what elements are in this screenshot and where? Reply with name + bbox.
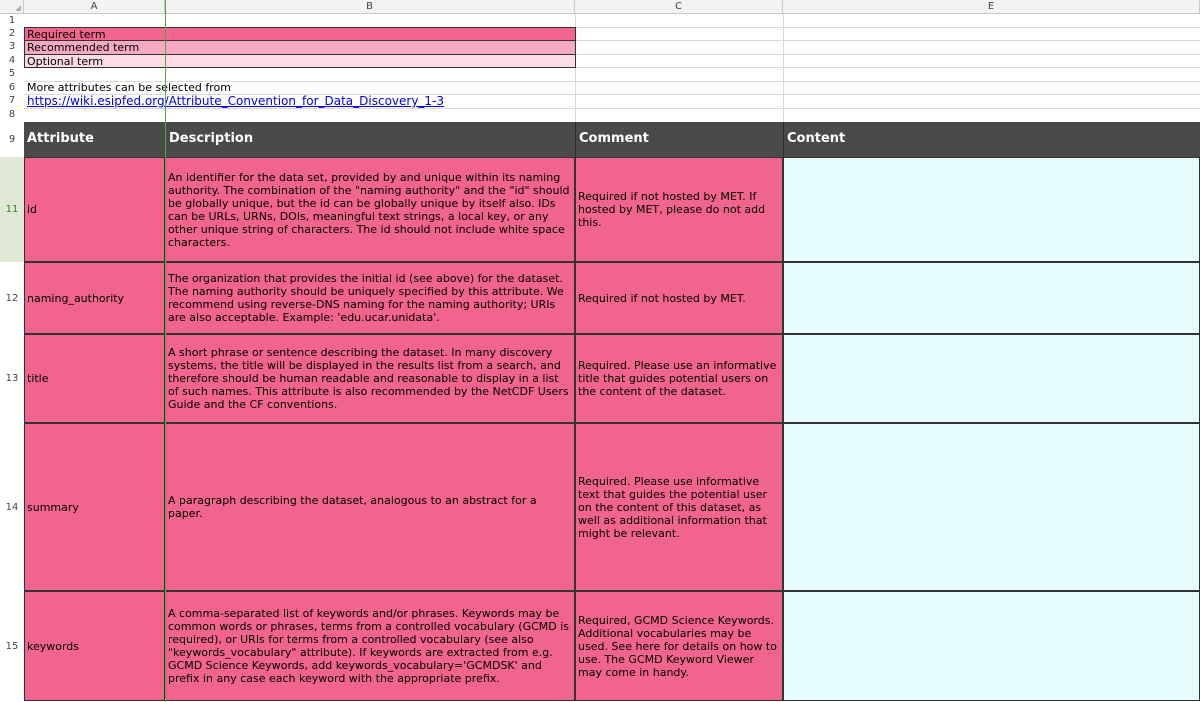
row-header-9[interactable]: 9 (0, 122, 24, 157)
table-row-description[interactable]: A comma-separated list of keywords and/o… (165, 591, 575, 701)
column-header-c[interactable]: C (575, 0, 783, 14)
column-header-a[interactable]: A (24, 0, 165, 14)
table-row-content[interactable] (783, 157, 1200, 262)
table-row-description[interactable]: A short phrase or sentence describing th… (165, 334, 575, 423)
table-row-content[interactable] (783, 262, 1200, 334)
row-header-4[interactable]: 4 (0, 54, 24, 67)
table-row-comment[interactable]: Required. Please use an informative titl… (575, 334, 783, 423)
freeze-pane-divider[interactable] (165, 0, 166, 702)
row-header-13[interactable]: 13 (0, 334, 24, 423)
column-header-e[interactable]: E (783, 0, 1200, 14)
row-header-8[interactable]: 8 (0, 108, 24, 122)
table-row-attribute[interactable]: keywords (24, 591, 165, 701)
table-row-attribute[interactable]: naming_authority (24, 262, 165, 334)
header-content[interactable]: Content (783, 122, 1200, 157)
row-header-6[interactable]: 6 (0, 81, 24, 94)
row-header-3[interactable]: 3 (0, 40, 24, 54)
attribute-convention-link[interactable]: https://wiki.esipfed.org/Attribute_Conve… (25, 94, 575, 108)
table-row-comment[interactable]: Required if not hosted by MET. (575, 262, 783, 334)
header-description[interactable]: Description (165, 122, 575, 157)
table-row-comment[interactable]: Required, GCMD Science Keywords. Additio… (575, 591, 783, 701)
legend-recommended[interactable]: Recommended term (24, 40, 576, 55)
column-header-b[interactable]: B (165, 0, 575, 14)
table-row-content[interactable] (783, 334, 1200, 423)
table-row-description[interactable]: An identifier for the data set, provided… (165, 157, 575, 262)
row-header-7[interactable]: 7 (0, 94, 24, 108)
table-row-attribute[interactable]: title (24, 334, 165, 423)
table-row-description[interactable]: The organization that provides the initi… (165, 262, 575, 334)
legend-required[interactable]: Required term (24, 27, 576, 41)
table-row-attribute[interactable]: summary (24, 423, 165, 591)
table-row-comment[interactable]: Required if not hosted by MET. If hosted… (575, 157, 783, 262)
row-header-14[interactable]: 14 (0, 423, 24, 591)
header-comment[interactable]: Comment (575, 122, 783, 157)
table-row-comment[interactable]: Required. Please use informative text th… (575, 423, 783, 591)
table-row-description[interactable]: A paragraph describing the dataset, anal… (165, 423, 575, 591)
row-header-15[interactable]: 15 (0, 591, 24, 701)
table-row-content[interactable] (783, 591, 1200, 701)
more-attributes-text: More attributes can be selected from (27, 81, 232, 94)
row-header-12[interactable]: 12 (0, 262, 24, 334)
header-attribute[interactable]: Attribute (24, 122, 165, 157)
row-header-11[interactable]: 11 (0, 157, 24, 262)
gridline (783, 14, 784, 122)
row-header-1[interactable]: 1 (0, 14, 24, 27)
row-header-5[interactable]: 5 (0, 67, 24, 81)
table-row-attribute[interactable]: id (24, 157, 165, 262)
legend-optional[interactable]: Optional term (24, 54, 576, 68)
select-all-corner[interactable] (0, 0, 24, 14)
gridline (24, 108, 1200, 109)
table-row-content[interactable] (783, 423, 1200, 591)
row-header-2[interactable]: 2 (0, 27, 24, 40)
